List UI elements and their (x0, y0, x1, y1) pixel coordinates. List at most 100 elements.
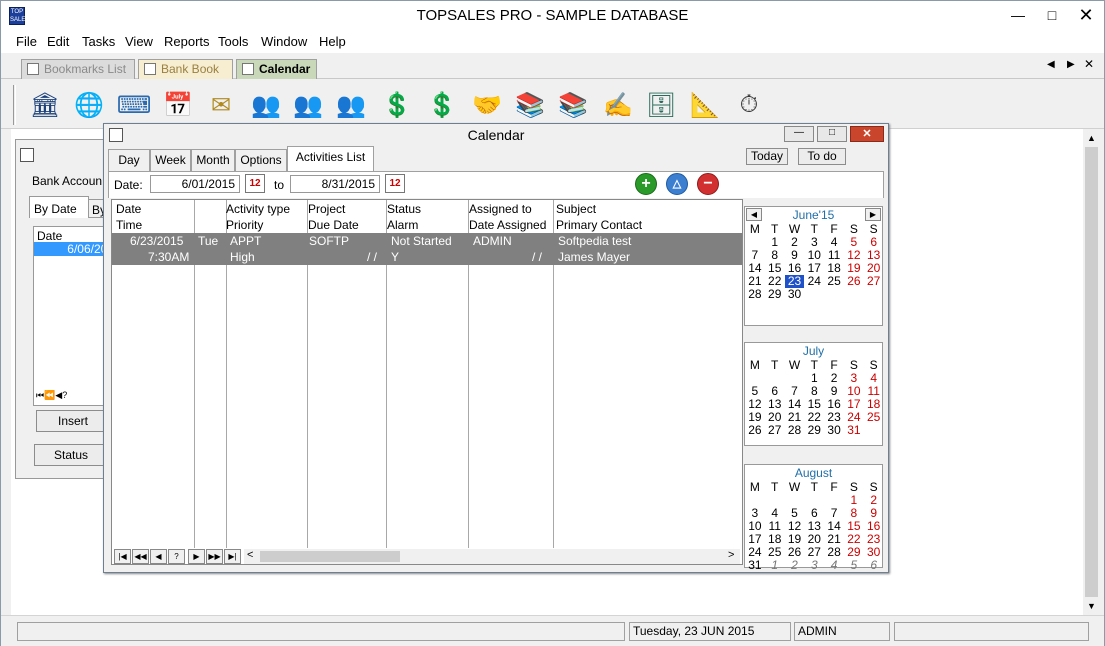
tab-bookmarks-list[interactable]: Bookmarks List (21, 59, 135, 79)
handshake-icon[interactable]: 🤝 (470, 89, 504, 121)
calendar-day[interactable]: 27 (864, 275, 884, 288)
globe-computer-icon[interactable]: 🌐 (72, 89, 106, 121)
calendar-minimize-button[interactable]: — (784, 126, 814, 142)
menu-tools[interactable]: Tools (218, 34, 248, 49)
next-record-icon[interactable]: ▶ (188, 549, 205, 564)
scroll-left-icon[interactable]: ◀ (1047, 59, 1055, 70)
horizontal-scrollbar[interactable]: < > (244, 549, 740, 564)
header-priority[interactable]: Priority (226, 218, 263, 232)
delete-icon[interactable]: − (697, 173, 719, 195)
drafting-icon[interactable]: 📐 (688, 89, 722, 121)
calendar-day[interactable]: 3 (804, 559, 824, 572)
stopwatch-icon[interactable]: ⏱ (732, 89, 766, 121)
header-activity-type[interactable]: Activity type (226, 202, 290, 216)
header-primary-contact[interactable]: Primary Contact (556, 218, 642, 232)
scroll-thumb[interactable] (260, 551, 400, 562)
menu-window[interactable]: Window (261, 34, 307, 49)
calendar-day[interactable]: 26 (844, 275, 864, 288)
envelope-person-icon[interactable]: ✉ (204, 89, 238, 121)
calendar-day[interactable]: 1 (765, 559, 785, 572)
bank-icon[interactable]: 🏛 (28, 89, 62, 121)
menu-tasks[interactable]: Tasks (82, 34, 115, 49)
menu-view[interactable]: View (125, 34, 153, 49)
people-xhtml-icon[interactable]: 👥 (291, 89, 325, 121)
maximize-button[interactable]: □ (1035, 1, 1069, 29)
safe-icon[interactable]: 🗄 (644, 89, 678, 121)
close-tab-icon[interactable]: ✕ (1084, 57, 1094, 71)
prev-month-icon[interactable]: ◀ (746, 208, 762, 221)
tab-activities-list[interactable]: Activities List (287, 146, 374, 171)
calendar-day[interactable]: 26 (745, 424, 765, 437)
menu-help[interactable]: Help (319, 34, 346, 49)
header-due-date[interactable]: Due Date (308, 218, 359, 232)
date-to-field[interactable]: 8/31/2015 (290, 175, 380, 193)
header-time[interactable]: Time (116, 218, 142, 232)
bookshelf-icon[interactable]: 📚 (513, 89, 547, 121)
prev-record-icon[interactable]: ◀ (150, 549, 167, 564)
next-month-icon[interactable]: ▶ (865, 208, 881, 221)
calendar-day[interactable]: 30 (824, 424, 844, 437)
first-record-icon[interactable]: |◀ (114, 549, 131, 564)
calendar-day[interactable]: 5 (844, 559, 864, 572)
scroll-thumb[interactable] (1085, 147, 1098, 597)
header-status[interactable]: Status (387, 202, 421, 216)
date-picker-icon-2[interactable]: 12 (385, 174, 405, 193)
tab-calendar[interactable]: Calendar (236, 59, 317, 79)
add-icon[interactable]: + (635, 173, 657, 195)
people-xhtml-icon-2[interactable]: 👥 (334, 89, 368, 121)
cash-register-icon[interactable]: 💲 (425, 89, 459, 121)
bank-tab-label[interactable]: Bank Accoun (32, 174, 102, 188)
calendar-day[interactable]: 31 (745, 559, 765, 572)
todo-button[interactable]: To do (798, 148, 846, 165)
calendar-day[interactable]: 31 (844, 424, 864, 437)
calendar-day[interactable]: 24 (804, 275, 824, 288)
date-picker-icon[interactable]: 12 (245, 174, 265, 193)
scroll-down-icon[interactable]: ▼ (1087, 601, 1096, 611)
tab-week[interactable]: Week (150, 149, 191, 171)
scroll-left-icon[interactable]: < (247, 549, 253, 561)
date-from-field[interactable]: 6/01/2015 (150, 175, 240, 193)
people-icon[interactable]: 👥 (249, 89, 283, 121)
calendar-maximize-button[interactable]: □ (817, 126, 847, 142)
calendar-day[interactable]: 2 (785, 559, 805, 572)
tab-month[interactable]: Month (191, 149, 235, 171)
scroll-right-icon[interactable]: > (728, 549, 734, 561)
calendar-day[interactable]: 25 (864, 411, 884, 424)
close-button[interactable]: ✕ (1069, 1, 1103, 29)
header-subject[interactable]: Subject (556, 202, 596, 216)
calendar-day[interactable]: 6 (864, 559, 884, 572)
writing-document-icon[interactable]: ✍ (601, 89, 635, 121)
prev-page-icon[interactable]: ◀◀ (132, 549, 149, 564)
calendar-day[interactable]: 25 (824, 275, 844, 288)
tab-bank-book[interactable]: Bank Book (138, 59, 233, 79)
header-alarm[interactable]: Alarm (387, 218, 418, 232)
vertical-scrollbar[interactable]: ▲ ▼ (1083, 129, 1100, 615)
scroll-right-icon[interactable]: ▶ (1067, 59, 1075, 70)
calendar-97-icon[interactable]: 📅 (161, 89, 195, 121)
header-project[interactable]: Project (308, 202, 345, 216)
bookshelf-icon-2[interactable]: 📚 (556, 89, 590, 121)
menu-file[interactable]: File (16, 34, 37, 49)
dollar-document-icon[interactable]: 💲 (380, 89, 414, 121)
table-row[interactable]: 6/23/2015 Tue APPT SOFTP Not Started ADM… (112, 233, 742, 265)
header-date-assigned[interactable]: Date Assigned (469, 218, 546, 232)
calendar-day[interactable]: 28 (745, 288, 765, 301)
search-record-icon[interactable]: ? (168, 549, 185, 564)
today-button[interactable]: Today (746, 148, 788, 165)
status-button[interactable]: Status (34, 444, 108, 466)
calendar-day[interactable]: 29 (765, 288, 785, 301)
menu-edit[interactable]: Edit (47, 34, 69, 49)
keyboard-icon[interactable]: ⌨ (117, 89, 152, 121)
scroll-up-icon[interactable]: ▲ (1087, 133, 1096, 143)
calendar-day[interactable]: 27 (765, 424, 785, 437)
calendar-close-button[interactable]: ✕ (850, 126, 884, 142)
menu-reports[interactable]: Reports (164, 34, 210, 49)
window-menu-icon[interactable] (20, 148, 34, 162)
tab-day[interactable]: Day (108, 149, 150, 171)
list-item[interactable]: 6/06/200 (34, 242, 114, 256)
tab-by-date[interactable]: By Date (29, 196, 89, 218)
next-page-icon[interactable]: ▶▶ (206, 549, 223, 564)
insert-button[interactable]: Insert (36, 410, 110, 432)
calendar-day[interactable]: 29 (804, 424, 824, 437)
last-record-icon[interactable]: ▶| (224, 549, 241, 564)
